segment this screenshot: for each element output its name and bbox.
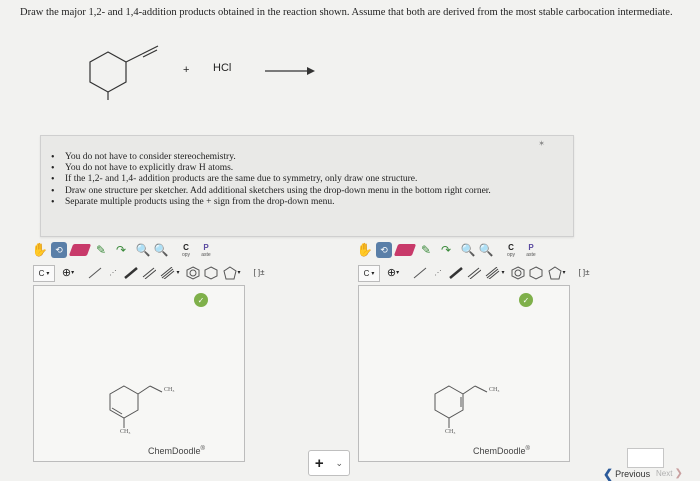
clear-tool-icon[interactable]: ✎: [418, 242, 434, 258]
instruction-item: If the 1,2- and 1,4- addition products a…: [51, 174, 573, 185]
cyclohexane-ring-icon[interactable]: [528, 265, 544, 280]
single-bond-icon[interactable]: [412, 265, 428, 280]
previous-button[interactable]: ❮ Previous: [603, 466, 651, 481]
previous-label: Previous: [615, 468, 651, 479]
paste-button-sub: aste: [526, 251, 536, 258]
double-bond-icon[interactable]: [466, 265, 482, 280]
instructions-list: You do not have to consider stereochemis…: [41, 136, 573, 208]
instructions-panel: ✶ You do not have to consider stereochem…: [40, 135, 574, 237]
clear-tool-icon[interactable]: ✎: [93, 242, 109, 258]
add-sketcher-dropdown[interactable]: [627, 448, 664, 468]
bold-bond-icon[interactable]: [448, 265, 464, 280]
ring-substituent-label: CH₃: [120, 429, 131, 435]
atom-carbon-button[interactable]: C ▾: [358, 265, 380, 282]
sketcher-toolbar-top: ✋ ⟲ ✎ ↷ 🔍 🔍 C opy P aste: [357, 240, 598, 262]
copy-button[interactable]: C opy: [503, 240, 519, 260]
hand-tool-icon[interactable]: ✋: [357, 242, 373, 258]
chevron-down-icon: ⌄: [335, 457, 344, 468]
instruction-item: You do not have to consider stereochemis…: [51, 152, 573, 163]
sketcher-2: ✋ ⟲ ✎ ↷ 🔍 🔍 C opy P aste C ▾ ⊕ ▾ ⋰ ▾ ▾ [ ]…: [357, 240, 598, 475]
separator-value: +: [314, 454, 324, 472]
copy-button[interactable]: C opy: [178, 240, 194, 260]
redo-tool-icon[interactable]: ↷: [113, 242, 129, 258]
charge-plus-icon[interactable]: ⊕ ▾: [382, 265, 404, 280]
substituent-label: CH₃: [489, 387, 500, 393]
chevron-left-icon: ❮: [603, 466, 614, 481]
bracket-charge-tool[interactable]: [ ]±: [572, 265, 596, 280]
question-text: Draw the major 1,2- and 1,4-addition pro…: [20, 7, 673, 18]
chemdoodle-brand: ChemDoodle®: [148, 446, 205, 456]
copy-button-sub: opy: [181, 251, 191, 258]
triple-bond-icon[interactable]: ▾: [484, 265, 506, 280]
atom-carbon-button[interactable]: C ▾: [33, 265, 55, 282]
benzene-ring-icon[interactable]: [510, 265, 526, 280]
bold-bond-icon[interactable]: [123, 265, 139, 280]
benzene-ring-icon[interactable]: [185, 265, 201, 280]
chemdoodle-brand-text: ChemDoodle: [148, 446, 201, 456]
reagent-label: HCl: [213, 62, 232, 74]
zoom-in-icon[interactable]: 🔍: [135, 242, 151, 258]
panel-corner-mark: ✶: [538, 139, 545, 148]
reaction-plus: +: [183, 64, 190, 76]
ring-substituent-label: CH₃: [445, 429, 456, 435]
eraser-tool-icon[interactable]: [68, 244, 92, 256]
bracket-charge-tool[interactable]: [ ]±: [247, 265, 271, 280]
charge-plus-icon[interactable]: ⊕ ▾: [57, 265, 79, 280]
atom-carbon-label: C: [38, 269, 45, 278]
paste-button-letter: P: [203, 242, 209, 252]
hashed-bond-icon[interactable]: ⋰: [430, 265, 446, 280]
double-bond-icon[interactable]: [141, 265, 157, 280]
sketcher-canvas[interactable]: ✓ CH₃ CH₃ ChemDoodle®: [358, 285, 570, 462]
redo-tool-icon[interactable]: ↷: [438, 242, 454, 258]
paste-button[interactable]: P aste: [523, 240, 539, 260]
separator-select[interactable]: + ⌄: [308, 450, 350, 476]
hashed-bond-icon[interactable]: ⋰: [105, 265, 121, 280]
paste-button-letter: P: [528, 242, 534, 252]
instruction-item: You do not have to explicitly draw H ato…: [51, 163, 573, 174]
copy-button-letter: C: [508, 242, 514, 252]
lasso-tool-icon[interactable]: ⟲: [376, 242, 392, 258]
copy-button-sub: opy: [506, 251, 516, 258]
sketcher-toolbar-bottom: C ▾ ⊕ ▾ ⋰ ▾ ▾ [ ]±: [33, 263, 273, 283]
drawn-structure: [109, 385, 163, 428]
drawn-structure: [434, 385, 488, 428]
paste-button-sub: aste: [201, 251, 211, 258]
sketcher-toolbar-bottom: C ▾ ⊕ ▾ ⋰ ▾ ▾ [ ]±: [358, 263, 598, 283]
zoom-out-icon[interactable]: 🔍: [478, 242, 494, 258]
next-button[interactable]: Next ❯: [656, 466, 700, 481]
next-label: Next: [656, 469, 673, 478]
cyclopentane-ring-icon[interactable]: ▾: [546, 265, 568, 280]
reaction-arrow: [265, 67, 315, 75]
cyclohexane-ring-icon[interactable]: [203, 265, 219, 280]
hand-tool-icon[interactable]: ✋: [32, 242, 48, 258]
triple-bond-icon[interactable]: ▾: [159, 265, 181, 280]
substituent-label: CH₃: [164, 387, 175, 393]
copy-button-letter: C: [183, 242, 189, 252]
zoom-in-icon[interactable]: 🔍: [460, 242, 476, 258]
chemdoodle-brand: ChemDoodle®: [473, 446, 530, 456]
sketcher-toolbar-top: ✋ ⟲ ✎ ↷ 🔍 🔍 C opy P aste: [32, 240, 273, 262]
paste-button[interactable]: P aste: [198, 240, 214, 260]
atom-carbon-label: C: [363, 269, 370, 278]
instruction-item: Draw one structure per sketcher. Add add…: [51, 186, 573, 197]
chevron-right-icon: ❯: [674, 468, 683, 479]
sketcher-1: ✋ ⟲ ✎ ↷ 🔍 🔍 C opy P aste C ▾ ⊕ ▾ ⋰ ▾ ▾ [ ]…: [32, 240, 273, 475]
eraser-tool-icon[interactable]: [393, 244, 417, 256]
sketcher-canvas[interactable]: ✓ CH₃ CH₃ ChemDoodle®: [33, 285, 245, 462]
single-bond-icon[interactable]: [87, 265, 103, 280]
lasso-tool-icon[interactable]: ⟲: [51, 242, 67, 258]
instruction-item: Separate multiple products using the + s…: [51, 197, 573, 208]
zoom-out-icon[interactable]: 🔍: [153, 242, 169, 258]
chemdoodle-brand-text: ChemDoodle: [473, 446, 526, 456]
cyclopentane-ring-icon[interactable]: ▾: [221, 265, 243, 280]
